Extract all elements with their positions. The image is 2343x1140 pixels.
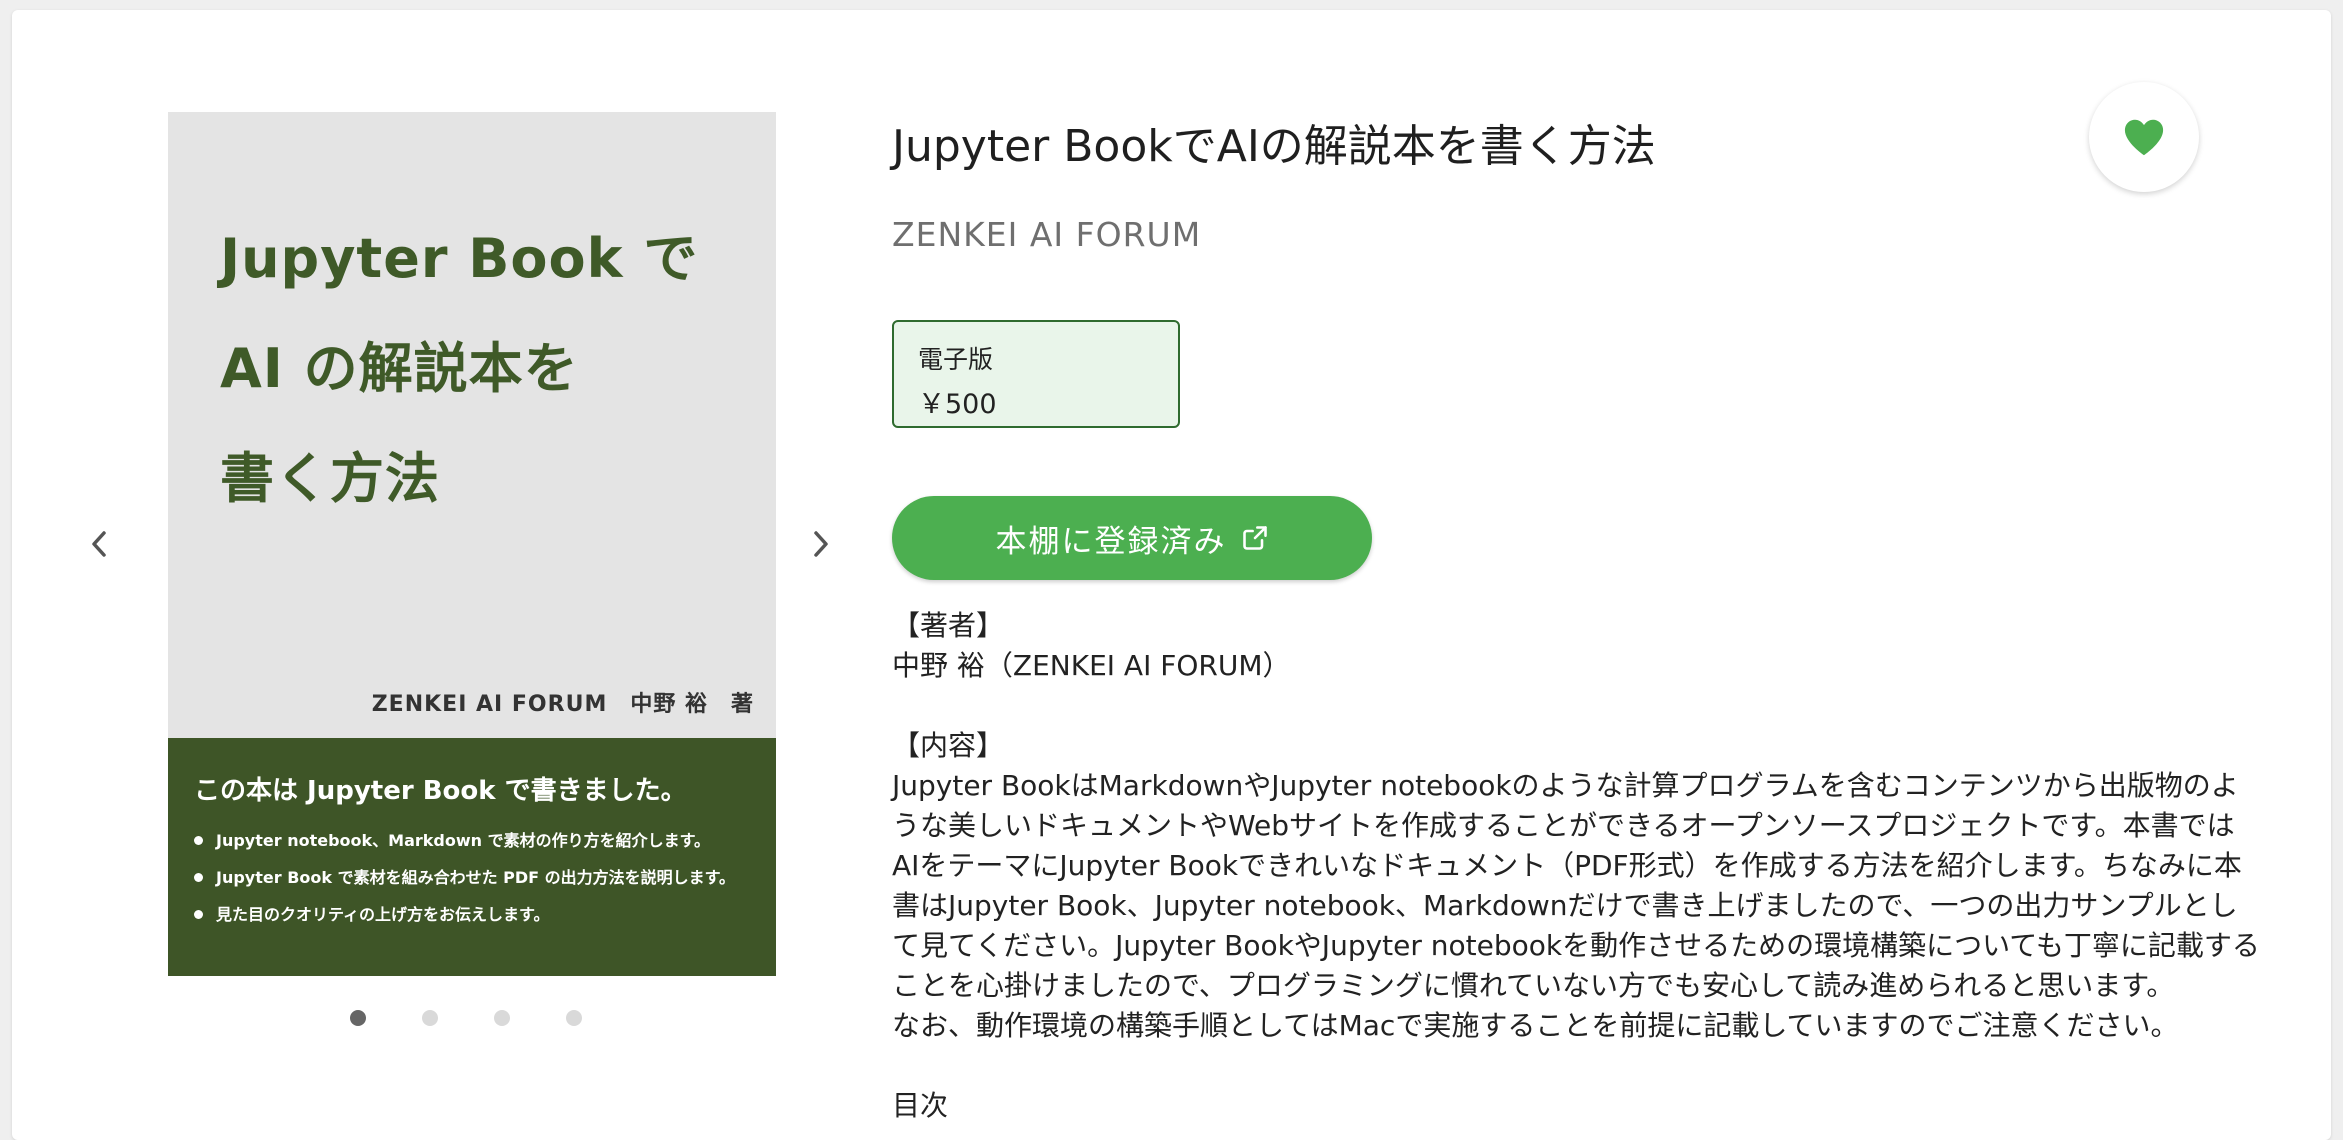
author-heading: 【著者】 <box>892 609 1005 642</box>
gallery-pagination <box>350 1010 582 1026</box>
cover-author: ZENKEI AI FORUM 中野 裕 著 <box>371 692 754 717</box>
gallery-dot-3[interactable] <box>494 1010 510 1026</box>
book-cover-image: Jupyter Book で AI の解説本を 書く方法 ZENKEI AI F… <box>168 112 776 976</box>
cover-band: この本は Jupyter Book で書きました。 Jupyter notebo… <box>168 738 776 976</box>
price-option-ebook[interactable]: 電子版 ￥500 <box>892 320 1180 428</box>
cover-title: Jupyter Book で AI の解説本を 書く方法 <box>220 227 699 510</box>
favorite-button[interactable] <box>2089 82 2199 192</box>
book-title: Jupyter BookでAIの解説本を書く方法 <box>892 121 1656 172</box>
book-description: 【著者】 中野 裕（ZENKEI AI FORUM） 【内容】 Jupyter … <box>892 606 2262 1126</box>
book-detail-card: Jupyter Book で AI の解説本を 書く方法 ZENKEI AI F… <box>12 10 2331 1140</box>
content-paragraph: Jupyter BookはMarkdownやJupyter notebookのよ… <box>892 769 2260 1002</box>
heart-icon <box>2124 119 2164 156</box>
cover-bullet: Jupyter notebook、Markdown で素材の作り方を紹介します。 <box>194 822 735 859</box>
next-image-button[interactable] <box>800 524 840 564</box>
cover-bullet-list: Jupyter notebook、Markdown で素材の作り方を紹介します。… <box>194 822 735 933</box>
author-name: 中野 裕（ZENKEI AI FORUM） <box>892 649 1291 682</box>
bookshelf-button-label: 本棚に登録済み <box>995 523 1227 560</box>
book-publisher: ZENKEI AI FORUM <box>892 215 1202 254</box>
gallery-dot-2[interactable] <box>422 1010 438 1026</box>
price-value: ￥500 <box>918 389 997 420</box>
cover-bullet: 見た目のクオリティの上げ方をお伝えします。 <box>194 896 735 933</box>
price-label: 電子版 <box>918 345 994 374</box>
content-note: なお、動作環境の構築手順としてはMacで実施することを前提に記載していますのでご… <box>892 1009 2179 1042</box>
gallery-dot-4[interactable] <box>566 1010 582 1026</box>
bookshelf-button[interactable]: 本棚に登録済み <box>892 496 1372 580</box>
chevron-left-icon <box>92 531 106 557</box>
gallery-dot-1[interactable] <box>350 1010 366 1026</box>
content-heading: 【内容】 <box>892 729 1005 762</box>
toc-heading: 目次 <box>892 1089 949 1122</box>
chevron-right-icon <box>814 531 828 557</box>
cover-bullet: Jupyter Book で素材を組み合わせた PDF の出力方法を説明します。 <box>194 859 735 896</box>
prev-image-button[interactable] <box>80 524 120 564</box>
external-link-icon <box>1242 526 1267 550</box>
cover-band-heading: この本は Jupyter Book で書きました。 <box>194 776 687 806</box>
